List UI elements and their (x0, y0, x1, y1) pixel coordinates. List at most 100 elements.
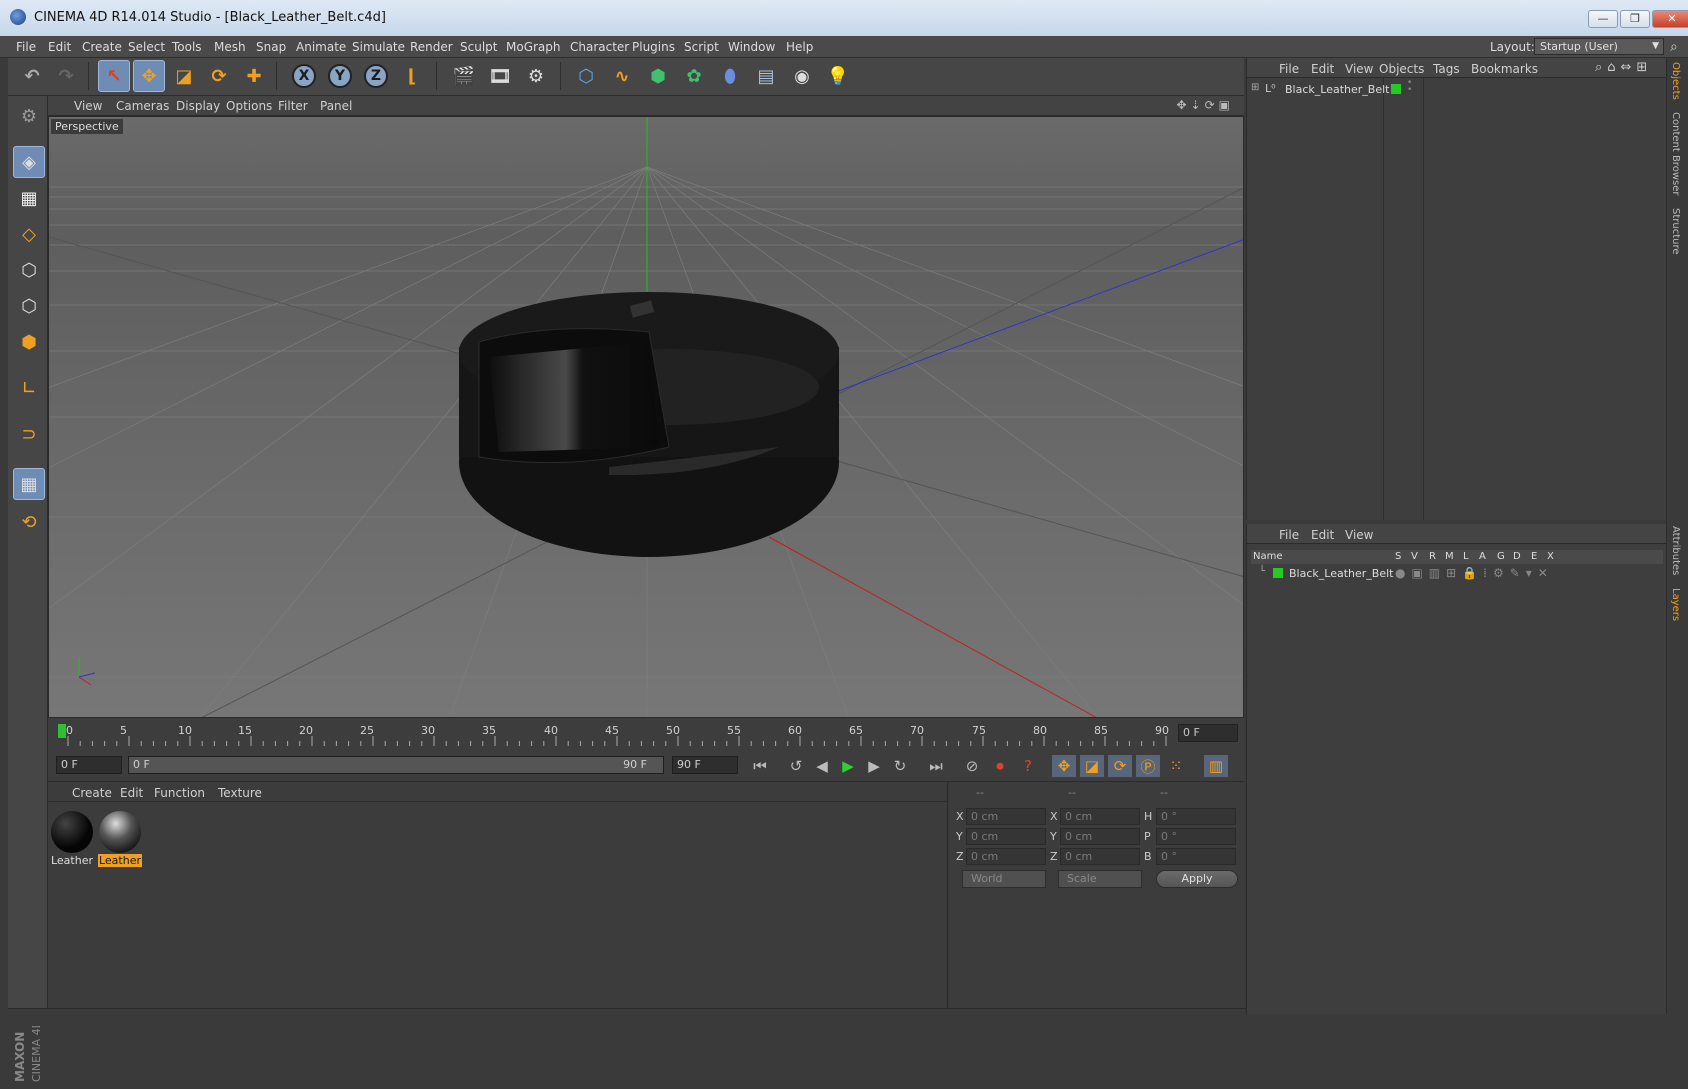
polygons-mode-icon[interactable]: ⬢ (13, 326, 45, 358)
model-mode-icon[interactable]: ◈ (13, 146, 45, 178)
next-frame-icon[interactable]: ▶ (862, 755, 886, 777)
menu-edit[interactable]: Edit (48, 40, 71, 54)
menu-script[interactable]: Script (684, 40, 719, 54)
layer-row[interactable]: └ Black_Leather_Belt ●▣▥⊞🔒⁞⚙✎▾✕ (1251, 566, 1663, 582)
add-icon[interactable]: ✚ (238, 60, 270, 92)
redo-icon[interactable]: ↷ (50, 60, 82, 92)
position-x-field[interactable]: 0 cm (966, 808, 1046, 825)
black-leather-belt-model[interactable] (459, 292, 839, 557)
start-frame-field[interactable]: 0 F (56, 756, 122, 774)
object-row[interactable]: ⊞ L⁰ Black_Leather_Belt • • (1251, 79, 1661, 98)
scale-icon[interactable]: ◪ (168, 60, 200, 92)
position-y-field[interactable]: 0 cm (966, 828, 1046, 845)
rotation-p-field[interactable]: 0 ° (1156, 828, 1236, 845)
menu-sculpt[interactable]: Sculpt (460, 40, 497, 54)
size-z-field[interactable]: 0 cm (1060, 848, 1140, 865)
viewport-navigation-icons[interactable]: ✥⇣⟳▣ (1176, 98, 1234, 112)
key-scale-icon[interactable]: ◪ (1080, 755, 1104, 777)
viewport-menu-options[interactable]: Options (226, 99, 272, 113)
next-key-icon[interactable]: ↻ (888, 755, 912, 777)
objects-menu-view[interactable]: View (1345, 62, 1373, 76)
menu-character[interactable]: Character (570, 40, 629, 54)
menu-mograph[interactable]: MoGraph (506, 40, 561, 54)
objects-menu-bookmarks[interactable]: Bookmarks (1471, 62, 1538, 76)
objects-menu-tags[interactable]: Tags (1433, 62, 1460, 76)
goto-end-icon[interactable]: ⏭ (924, 755, 948, 777)
viewport-menu-view[interactable]: View (74, 99, 102, 113)
perspective-viewport[interactable]: Perspective (48, 116, 1244, 718)
material-swatch-selected[interactable]: Leather (98, 810, 142, 870)
previous-key-icon[interactable]: ↺ (784, 755, 808, 777)
layers-menu-file[interactable]: File (1279, 528, 1299, 542)
record-settings-icon[interactable]: ⊘ (960, 755, 984, 777)
render-view-icon[interactable]: 🎬 (448, 60, 480, 92)
texture-mode-icon[interactable]: ▦ (13, 182, 45, 214)
viewport-menu-display[interactable]: Display (176, 99, 220, 113)
live-selection-icon[interactable]: ↖ (98, 60, 130, 92)
spline-icon[interactable]: ∿ (606, 60, 638, 92)
layer-flag-icons[interactable]: ●▣▥⊞🔒⁞⚙✎▾✕ (1395, 566, 1554, 580)
z-axis-lock-button[interactable]: Z (360, 60, 392, 92)
mograph-cloner-icon[interactable]: ✿ (678, 60, 710, 92)
layers-menu-view[interactable]: View (1345, 528, 1373, 542)
object-name[interactable]: Black_Leather_Belt (1285, 83, 1389, 96)
cinema4d-app-icon[interactable] (10, 9, 26, 25)
close-button[interactable]: ✕ (1652, 10, 1688, 28)
layer-name[interactable]: Black_Leather_Belt (1289, 567, 1393, 580)
coordinate-mode-dropdown[interactable]: World (962, 870, 1046, 888)
menu-file[interactable]: File (16, 40, 36, 54)
timeline-ruler[interactable]: 0 5 10 15 20 25 30 35 40 45 50 55 60 65 … (48, 718, 1244, 750)
object-manager-tool-icons[interactable]: ⌕⌂⇔⊞ (1595, 60, 1652, 75)
autokey-icon[interactable]: ? (1016, 755, 1040, 777)
menu-mesh[interactable]: Mesh (214, 40, 246, 54)
play-icon[interactable]: ▶ (836, 755, 860, 777)
layer-color-swatch[interactable] (1391, 84, 1401, 94)
expand-icon[interactable]: ⊞ (1251, 82, 1259, 93)
render-picture-viewer-icon[interactable]: 🎞 (484, 60, 516, 92)
menu-render[interactable]: Render (410, 40, 453, 54)
material-menu-function[interactable]: Function (154, 786, 205, 800)
tab-objects[interactable]: Objects (1670, 62, 1681, 100)
key-position-icon[interactable]: ✥ (1052, 755, 1076, 777)
previous-frame-icon[interactable]: ◀ (810, 755, 834, 777)
undo-icon[interactable]: ↶ (16, 60, 48, 92)
coordinate-system-icon[interactable]: ⌊ (396, 60, 428, 92)
apply-button[interactable]: Apply (1156, 870, 1238, 888)
objects-menu-objects[interactable]: Objects (1379, 62, 1424, 76)
objects-menu-file[interactable]: File (1279, 62, 1299, 76)
sculpt-icon[interactable]: ⟲ (13, 506, 45, 538)
material-menu-edit[interactable]: Edit (120, 786, 143, 800)
key-pla-icon[interactable]: ⁙ (1164, 755, 1188, 777)
cube-icon[interactable]: ⬡ (570, 60, 602, 92)
menu-window[interactable]: Window (728, 40, 775, 54)
viewport-menu-panel[interactable]: Panel (320, 99, 352, 113)
menu-help[interactable]: Help (786, 40, 813, 54)
material-menu-create[interactable]: Create (72, 786, 112, 800)
position-z-field[interactable]: 0 cm (966, 848, 1046, 865)
menu-simulate[interactable]: Simulate (352, 40, 405, 54)
menu-create[interactable]: Create (82, 40, 122, 54)
rotate-icon[interactable]: ⟳ (203, 60, 235, 92)
layer-color-swatch[interactable] (1273, 568, 1283, 578)
menu-plugins[interactable]: Plugins (632, 40, 675, 54)
material-menu-texture[interactable]: Texture (218, 786, 262, 800)
size-x-field[interactable]: 0 cm (1060, 808, 1140, 825)
key-parameter-icon[interactable]: Ⓟ (1136, 755, 1160, 777)
minimize-button[interactable]: — (1588, 10, 1618, 28)
floor-icon[interactable]: ▤ (750, 60, 782, 92)
axis-mode-icon[interactable]: ∟ (13, 372, 45, 404)
viewport-menu-filter[interactable]: Filter (278, 99, 308, 113)
menu-select[interactable]: Select (128, 40, 165, 54)
restore-button[interactable]: ❐ (1620, 10, 1650, 28)
layout-dropdown[interactable]: Startup (User) ▼ (1534, 38, 1664, 55)
light-icon[interactable]: 💡 (822, 60, 854, 92)
tab-attributes[interactable]: Attributes (1670, 526, 1681, 575)
tab-content-browser[interactable]: Content Browser (1670, 112, 1681, 195)
size-y-field[interactable]: 0 cm (1060, 828, 1140, 845)
rotation-b-field[interactable]: 0 ° (1156, 848, 1236, 865)
snap-lock-icon[interactable]: ▦ (13, 468, 45, 500)
search-icon[interactable]: ⌕ (1670, 39, 1678, 55)
goto-start-icon[interactable]: ⏮ (748, 755, 772, 777)
edges-mode-icon[interactable]: ⬡ (13, 290, 45, 322)
camera-icon[interactable]: ◉ (786, 60, 818, 92)
